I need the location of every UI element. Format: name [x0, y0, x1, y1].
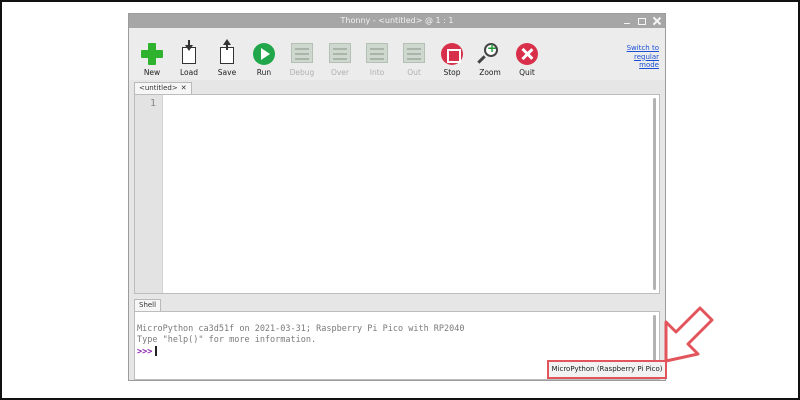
shell-output-line: MicroPython ca3d51f on 2021-03-31; Raspb…: [137, 324, 465, 334]
editor-tab-untitled[interactable]: <untitled> ✕: [134, 82, 192, 94]
run-button[interactable]: Run: [244, 43, 284, 77]
step-out-icon: [403, 43, 425, 65]
line-number-gutter: 1: [135, 95, 163, 293]
load-icon: [178, 40, 200, 65]
shell-prompt[interactable]: >>>: [137, 346, 157, 357]
debug-button-label: Debug: [289, 68, 315, 77]
step-out-button[interactable]: Out: [394, 43, 434, 77]
zoom-icon: [477, 41, 501, 65]
quit-button-label: Quit: [519, 68, 535, 77]
minimize-icon[interactable]: [623, 17, 631, 25]
maximize-icon[interactable]: [638, 17, 646, 25]
close-window-icon[interactable]: [653, 17, 661, 25]
code-editor[interactable]: 1: [134, 94, 660, 294]
editor-tab-label: <untitled>: [139, 84, 178, 92]
stop-button[interactable]: Stop: [432, 43, 472, 77]
step-into-button[interactable]: Into: [357, 43, 397, 77]
window-title: Thonny - <untitled> @ 1 : 1: [340, 16, 454, 25]
step-into-button-label: Into: [369, 68, 385, 77]
thonny-window: Thonny - <untitled> @ 1 : 1 New Load Sav…: [128, 13, 666, 381]
shell-tab[interactable]: Shell: [134, 299, 162, 311]
close-tab-icon[interactable]: ✕: [181, 84, 187, 92]
zoom-button-label: Zoom: [479, 68, 501, 77]
switch-mode-link[interactable]: Switch to regular mode: [619, 44, 659, 70]
shell-tab-label: Shell: [139, 301, 157, 309]
quit-button[interactable]: Quit: [507, 43, 547, 77]
window-controls: [623, 14, 661, 28]
debug-button[interactable]: Debug: [282, 43, 322, 77]
plus-icon: [141, 43, 163, 65]
shell-output-line: Type "help()" for more information.: [137, 335, 317, 345]
text-cursor: [155, 346, 157, 356]
load-button-label: Load: [180, 68, 198, 77]
stop-icon: [441, 43, 463, 65]
run-button-label: Run: [256, 68, 272, 77]
save-button[interactable]: Save: [207, 39, 247, 77]
step-out-button-label: Out: [407, 68, 421, 77]
step-over-icon: [329, 43, 351, 65]
prompt-symbol: >>>: [137, 347, 153, 357]
debug-icon: [291, 43, 313, 65]
stop-button-label: Stop: [443, 68, 461, 77]
callout-arrow-icon: [664, 306, 714, 363]
zoom-button[interactable]: Zoom: [470, 41, 510, 77]
step-over-button[interactable]: Over: [320, 43, 360, 77]
step-into-icon: [366, 43, 388, 65]
load-button[interactable]: Load: [169, 40, 209, 77]
line-number: 1: [149, 98, 156, 109]
new-button-label: New: [143, 68, 161, 77]
play-icon: [253, 43, 275, 65]
quit-icon: [516, 43, 538, 65]
new-button[interactable]: New: [132, 43, 172, 77]
save-icon: [216, 39, 238, 65]
step-over-button-label: Over: [330, 68, 350, 77]
editor-scrollbar[interactable]: [653, 98, 656, 290]
save-button-label: Save: [217, 68, 237, 77]
toolbar: New Load Save Run Debug Over Into Out St…: [129, 28, 665, 80]
title-bar: Thonny - <untitled> @ 1 : 1: [129, 14, 665, 28]
